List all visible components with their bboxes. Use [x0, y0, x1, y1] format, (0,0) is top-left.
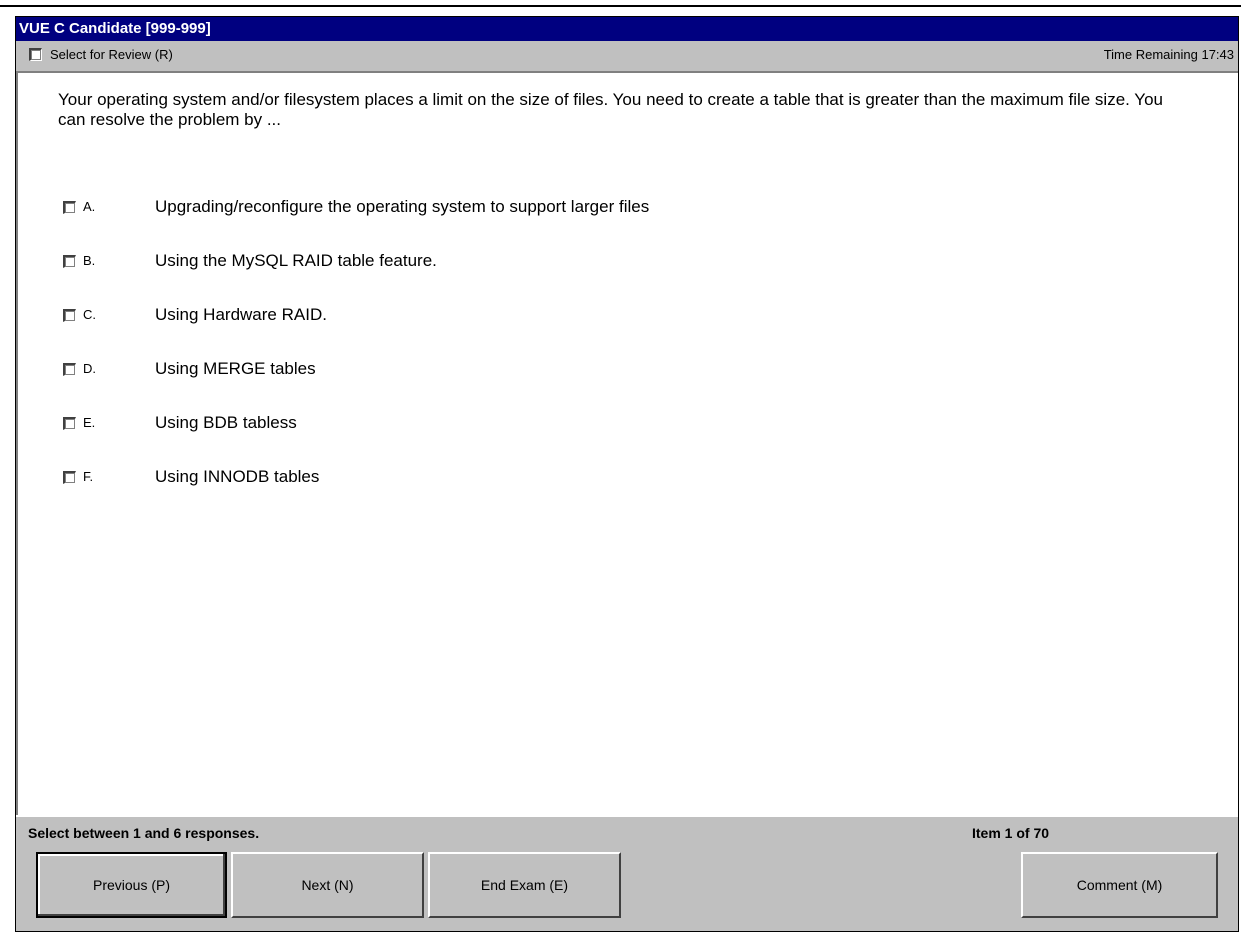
option-f-text[interactable]: Using INNODB tables [155, 467, 319, 487]
exam-window: VUE C Candidate [999-999] Select for Rev… [15, 16, 1239, 932]
response-instructions: Select between 1 and 6 responses. [28, 825, 260, 841]
option-e-text[interactable]: Using BDB tabless [155, 413, 297, 433]
option-d-text[interactable]: Using MERGE tables [155, 359, 316, 379]
review-bar: Select for Review (R) Time Remaining 17:… [16, 41, 1238, 69]
option-c-checkbox[interactable] [63, 309, 76, 322]
window-title: VUE C Candidate [999-999] [16, 17, 1238, 41]
option-f-checkbox[interactable] [63, 471, 76, 484]
option-e-checkbox[interactable] [63, 417, 76, 430]
item-counter: Item 1 of 70 [972, 825, 1050, 841]
option-c-letter: C. [83, 307, 96, 322]
review-checkbox[interactable] [29, 48, 42, 61]
option-a-letter: A. [83, 199, 96, 214]
option-d-checkbox[interactable] [63, 363, 76, 376]
end-exam-button[interactable]: End Exam (E) [428, 852, 621, 918]
next-button[interactable]: Next (N) [231, 852, 424, 918]
review-label[interactable]: Select for Review (R) [50, 41, 173, 69]
footer-bar: Select between 1 and 6 responses. Item 1… [16, 815, 1238, 931]
option-a-text[interactable]: Upgrading/reconfigure the operating syst… [155, 197, 649, 217]
option-b-letter: B. [83, 253, 96, 268]
option-a-checkbox[interactable] [63, 201, 76, 214]
option-b-text[interactable]: Using the MySQL RAID table feature. [155, 251, 437, 271]
option-e-letter: E. [83, 415, 96, 430]
comment-button[interactable]: Comment (M) [1021, 852, 1218, 918]
top-rule [0, 5, 1241, 7]
option-f-letter: F. [83, 469, 94, 484]
option-b-checkbox[interactable] [63, 255, 76, 268]
question-text: Your operating system and/or filesystem … [58, 90, 1163, 129]
time-remaining: Time Remaining 17:43 [1103, 47, 1234, 62]
option-c-text[interactable]: Using Hardware RAID. [155, 305, 327, 325]
question-panel: Your operating system and/or filesystem … [16, 71, 1238, 815]
previous-button[interactable]: Previous (P) [36, 852, 227, 918]
option-d-letter: D. [83, 361, 96, 376]
